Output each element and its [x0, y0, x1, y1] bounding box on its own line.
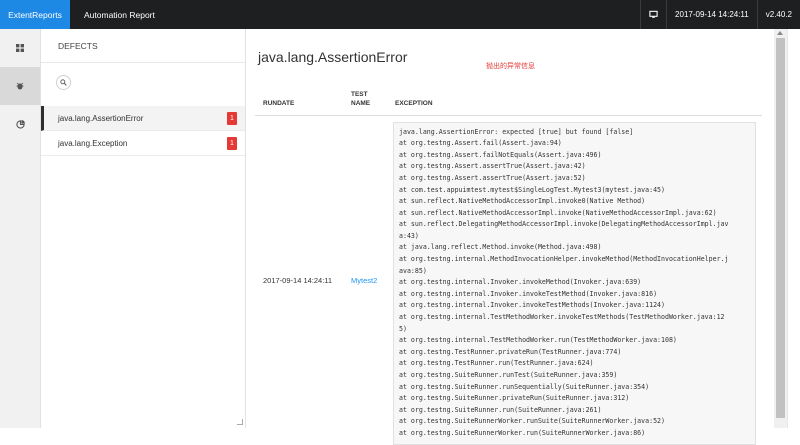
list-item-label: java.lang.Exception [58, 138, 128, 148]
annotation-note: 抛出的异常信息 [486, 63, 535, 70]
report-version: v2.40.2 [756, 0, 800, 29]
top-bar-right: 2017-09-14 14:24:11 v2.40.2 [640, 0, 800, 29]
report-title: Automation Report [84, 9, 155, 20]
page-title: java.lang.AssertionError [258, 49, 408, 65]
col-exception: EXCEPTION [387, 91, 762, 116]
exception-stacktrace: java.lang.AssertionError: expected [true… [393, 121, 756, 445]
panel-header: DEFECTS [41, 29, 245, 63]
bug-icon [16, 82, 24, 90]
search-icon [60, 79, 67, 86]
defect-list: java.lang.AssertionError 1 java.lang.Exc… [41, 106, 245, 156]
count-badge: 1 [227, 137, 237, 150]
test-name-link[interactable]: Mytest2 [343, 115, 387, 445]
nav-item-defects[interactable] [0, 67, 40, 105]
col-rundate: RUNDATE [255, 91, 343, 116]
table-header-row: RUNDATE TEST NAME EXCEPTION [255, 91, 762, 116]
count-badge: 1 [227, 112, 237, 125]
monitor-icon[interactable] [640, 0, 666, 29]
list-item-assertion-error[interactable]: java.lang.AssertionError 1 [41, 106, 245, 131]
search-button[interactable] [56, 75, 71, 90]
report-datetime: 2017-09-14 14:24:11 [666, 0, 757, 29]
list-item-exception[interactable]: java.lang.Exception 1 [41, 131, 245, 156]
window-edge [787, 29, 800, 428]
pie-chart-icon [15, 119, 25, 129]
search-area [41, 63, 245, 106]
resize-grip[interactable] [237, 419, 243, 425]
vertical-scrollbar[interactable] [774, 29, 787, 428]
scroll-thumb[interactable] [776, 38, 785, 418]
left-nav [0, 29, 41, 428]
cell-rundate: 2017-09-14 14:24:11 [263, 275, 333, 285]
main-content: java.lang.AssertionError 抛出的异常信息 RUNDATE… [247, 29, 800, 445]
brand-logo[interactable]: ExtentReports [0, 0, 70, 29]
scroll-up-arrow-icon[interactable] [777, 31, 783, 35]
dashboard-icon [16, 44, 24, 52]
list-item-label: java.lang.AssertionError [58, 113, 144, 123]
table-row: 2017-09-14 14:24:11 Mytest2 java.lang.As… [255, 115, 762, 445]
defects-panel: DEFECTS java.lang.AssertionError 1 java.… [41, 29, 246, 428]
exception-table: RUNDATE TEST NAME EXCEPTION 2017-09-14 1… [255, 91, 762, 445]
nav-item-dashboard[interactable] [0, 29, 40, 67]
col-testname: TEST NAME [343, 91, 387, 116]
top-bar: ExtentReports Automation Report 2017-09-… [0, 0, 800, 29]
nav-item-charts[interactable] [0, 105, 40, 143]
cell-exception: java.lang.AssertionError: expected [true… [387, 115, 762, 445]
